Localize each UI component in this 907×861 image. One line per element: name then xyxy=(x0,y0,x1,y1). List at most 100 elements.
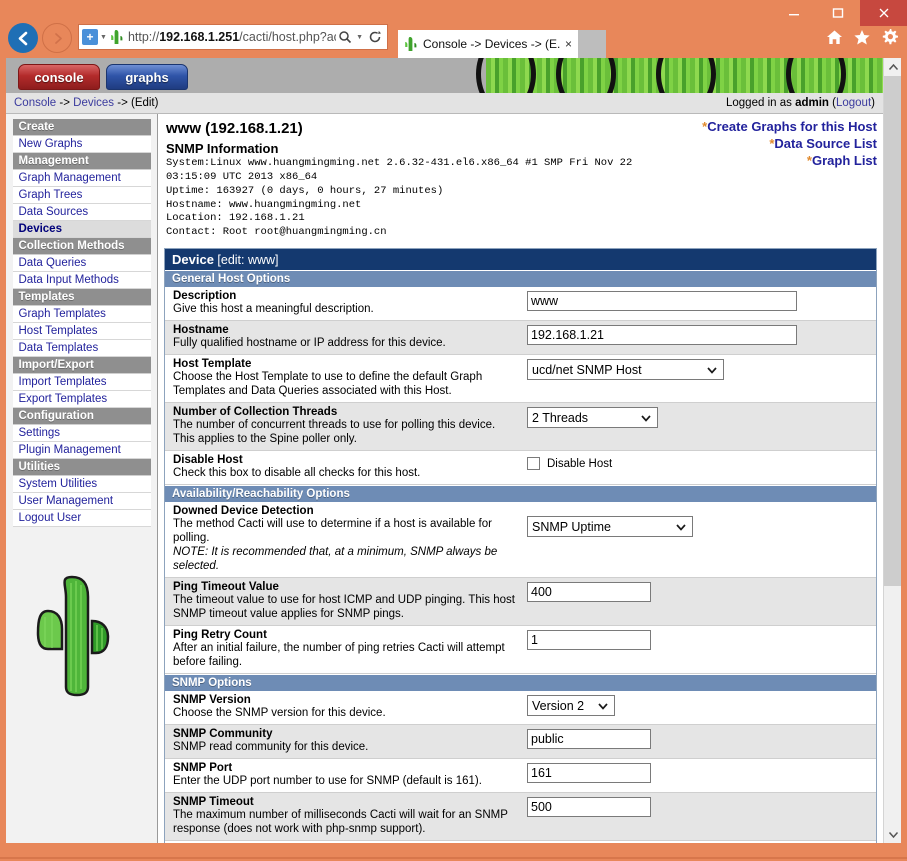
label-desc: After an initial failure, the number of … xyxy=(173,642,505,669)
field-row-downed-device-detection: Downed Device Detection The method Cacti… xyxy=(165,502,876,579)
logged-in-prefix: Logged in as xyxy=(726,97,796,109)
sidebar-item-host-templates[interactable]: Host Templates xyxy=(12,323,151,340)
field-row-description: Description Give this host a meaningful … xyxy=(165,287,876,322)
window-chrome: + ▼ http://192.168.1.251/cacti/host.php?… xyxy=(0,0,907,58)
snmp-community-input[interactable] xyxy=(527,729,651,750)
sidebar-item-data-templates[interactable]: Data Templates xyxy=(12,340,151,357)
field-row-snmp-version: SNMP Version Choose the SNMP version for… xyxy=(165,691,876,726)
label-desc: The method Cacti will use to determine i… xyxy=(173,518,492,545)
hostname-input[interactable] xyxy=(527,325,797,346)
field-control-snmp-version: Version 2 xyxy=(523,691,876,720)
graph-list-link[interactable]: *Graph List xyxy=(702,152,877,169)
cacti-tab-graphs[interactable]: graphs xyxy=(106,64,188,90)
host-template-select[interactable]: ucd/net SNMP Host xyxy=(527,359,724,381)
content-pane: *Create Graphs for this Host *Data Sourc… xyxy=(158,114,883,843)
back-icon xyxy=(18,31,27,45)
sidebar-group-import-export: Import/Export xyxy=(12,357,151,374)
label-title: Disable Host xyxy=(173,454,243,467)
back-button[interactable] xyxy=(8,23,38,53)
field-row-hostname: Hostname Fully qualified hostname or IP … xyxy=(165,321,876,356)
logout-link[interactable]: Logout xyxy=(836,97,871,109)
chevron-down-icon xyxy=(641,415,651,422)
sidebar-group-management: Management xyxy=(12,153,151,170)
field-label-disable-host: Disable Host Check this box to disable a… xyxy=(165,451,523,484)
disable-host-checkbox-label: Disable Host xyxy=(547,457,613,470)
sidebar-item-system-utilities[interactable]: System Utilities xyxy=(12,476,151,493)
breadcrumb-console[interactable]: Console xyxy=(14,97,56,109)
gear-icon[interactable] xyxy=(881,28,899,46)
sidebar-item-export-templates[interactable]: Export Templates xyxy=(12,391,151,408)
snmp-version-selected-value: Version 2 xyxy=(532,699,585,714)
address-bar[interactable]: + ▼ http://192.168.1.251/cacti/host.php?… xyxy=(78,24,388,50)
create-graphs-link[interactable]: *Create Graphs for this Host xyxy=(702,118,877,135)
device-form-title-sub: [edit: www] xyxy=(213,253,279,268)
star-icon[interactable] xyxy=(853,29,871,46)
data-source-list-link[interactable]: *Data Source List xyxy=(702,135,877,152)
sidebar-item-graph-templates[interactable]: Graph Templates xyxy=(12,306,151,323)
downed-device-detection-select[interactable]: SNMP Uptime xyxy=(527,516,693,538)
sidebar-item-graph-management[interactable]: Graph Management xyxy=(12,170,151,187)
snmp-port-input[interactable] xyxy=(527,763,651,784)
label-title: Ping Timeout Value xyxy=(173,581,279,594)
sidebar-item-data-input-methods[interactable]: Data Input Methods xyxy=(12,272,151,289)
sidebar-item-data-queries[interactable]: Data Queries xyxy=(12,255,151,272)
field-label-snmp-community: SNMP Community SNMP read community for t… xyxy=(165,725,523,758)
sidebar-item-settings[interactable]: Settings xyxy=(12,425,151,442)
forward-button[interactable] xyxy=(42,23,72,53)
scroll-up-button[interactable] xyxy=(884,58,901,76)
snmp-timeout-input[interactable] xyxy=(527,797,651,818)
device-form-title: Device [edit: www] xyxy=(165,249,876,271)
chevron-down-icon xyxy=(676,524,686,532)
label-desc: Check this box to disable all checks for… xyxy=(173,467,421,480)
sidebar-item-graph-trees[interactable]: Graph Trees xyxy=(12,187,151,204)
sidebar-item-new-graphs[interactable]: New Graphs xyxy=(12,136,151,153)
cacti-tab-console[interactable]: console xyxy=(18,64,100,90)
scrollbar-track[interactable] xyxy=(884,76,901,825)
label-desc: SNMP read community for this device. xyxy=(173,741,369,754)
sidebar-item-devices[interactable]: Devices xyxy=(12,221,151,238)
sidebar-item-plugin-management[interactable]: Plugin Management xyxy=(12,442,151,459)
field-control-downed-device-detection: SNMP Uptime xyxy=(523,502,876,541)
close-icon xyxy=(879,8,888,18)
sidebar-group-templates: Templates xyxy=(12,289,151,306)
ping-retry-input[interactable] xyxy=(527,630,651,651)
chevron-down-icon[interactable]: ▼ xyxy=(100,34,107,41)
tab-close-icon[interactable]: × xyxy=(561,37,572,51)
logout-paren-close: ) xyxy=(871,97,875,109)
search-icon[interactable] xyxy=(336,30,354,44)
label-title: SNMP Timeout xyxy=(173,796,254,809)
downed-device-detection-selected-value: SNMP Uptime xyxy=(532,520,611,535)
new-tab-button[interactable] xyxy=(578,30,606,58)
compatibility-shield-icon[interactable]: + xyxy=(82,29,98,45)
host-template-selected-value: ucd/net SNMP Host xyxy=(532,363,642,378)
disable-host-checkbox[interactable] xyxy=(527,457,540,471)
description-input[interactable] xyxy=(527,291,797,312)
label-title: Number of Collection Threads xyxy=(173,406,338,419)
field-row-ping-retry: Ping Retry Count After an initial failur… xyxy=(165,626,876,675)
field-control-host-template: ucd/net SNMP Host xyxy=(523,355,876,384)
snmp-version-select[interactable]: Version 2 xyxy=(527,695,615,717)
sidebar-item-user-management[interactable]: User Management xyxy=(12,493,151,510)
scrollbar-thumb[interactable] xyxy=(884,76,901,586)
field-row-host-template: Host Template Choose the Host Template t… xyxy=(165,355,876,404)
label-desc: Fully qualified hostname or IP address f… xyxy=(173,337,446,350)
scroll-down-button[interactable] xyxy=(884,825,901,843)
sidebar-item-logout-user[interactable]: Logout User xyxy=(12,510,151,527)
sidebar-item-import-templates[interactable]: Import Templates xyxy=(12,374,151,391)
field-row-disable-host: Disable Host Check this box to disable a… xyxy=(165,451,876,486)
field-control-collection-threads: 2 Threads xyxy=(523,403,876,432)
sidebar-item-data-sources[interactable]: Data Sources xyxy=(12,204,151,221)
collection-threads-select[interactable]: 2 Threads xyxy=(527,407,658,429)
forward-icon xyxy=(54,32,62,44)
field-control-ping-retry xyxy=(523,626,876,654)
reload-icon[interactable] xyxy=(366,30,384,44)
browser-tab[interactable]: Console -> Devices -> (E... × xyxy=(398,30,578,58)
breadcrumb-devices[interactable]: Devices xyxy=(73,97,114,109)
page-scrollbar[interactable] xyxy=(883,58,901,843)
home-icon[interactable] xyxy=(826,29,843,46)
logout-paren-open: ( xyxy=(828,97,836,109)
ping-timeout-input[interactable] xyxy=(527,582,651,603)
search-chevron-down-icon[interactable]: ▼ xyxy=(356,34,363,41)
label-title: SNMP Community xyxy=(173,728,273,741)
window-bottom-strip xyxy=(0,843,907,861)
